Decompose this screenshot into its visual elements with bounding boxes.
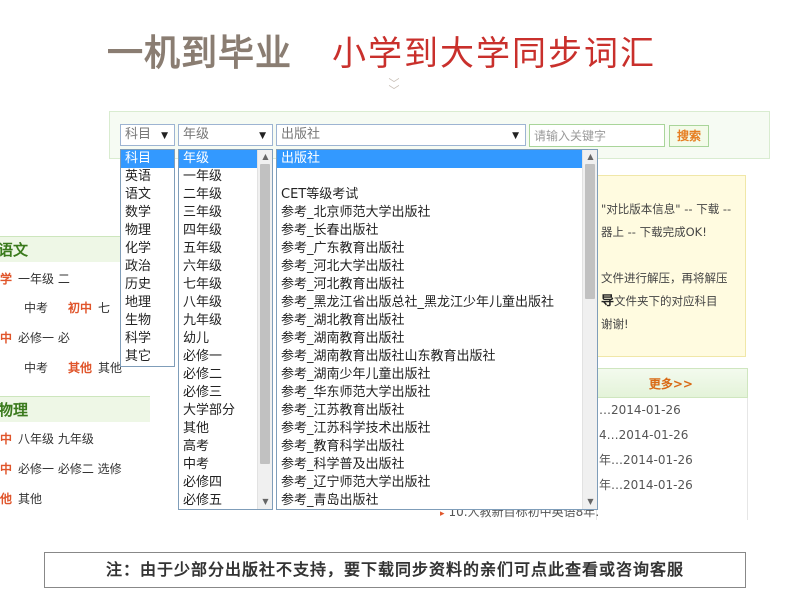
dropdown-option[interactable]: 参考_黑龙江省出版总社_黑龙江少年儿童出版社	[277, 294, 597, 312]
dropdown-option[interactable]: 参考_河北教育出版社	[277, 276, 597, 294]
scroll-up-icon[interactable]: ▲	[583, 150, 597, 164]
dropdown-option[interactable]: 生物	[121, 312, 174, 330]
publisher-select[interactable]: 出版社 ▼	[276, 124, 526, 146]
grade-select[interactable]: 年级 ▼	[178, 124, 273, 146]
list-item[interactable]: 4…2014-01-26	[597, 423, 747, 448]
list-item[interactable]: 年…2014-01-26	[597, 473, 747, 498]
category-tab-physics[interactable]: 物理	[0, 396, 150, 422]
dropdown-option[interactable]: 参考_湖南少年儿童出版社	[277, 366, 597, 384]
dropdown-option[interactable]: 政治	[121, 258, 174, 276]
news-list: …2014-01-26 4…2014-01-26 年…2014-01-26 年……	[596, 398, 748, 520]
dropdown-arrow-icon: ▼	[512, 131, 519, 141]
scroll-thumb[interactable]	[585, 164, 595, 299]
scroll-up-icon[interactable]: ▲	[258, 150, 272, 164]
dropdown-option[interactable]: 英语	[121, 168, 174, 186]
grade-dropdown-list[interactable]: 年级 一年级 二年级 三年级 四年级 五年级 六年级 七年级 八年级 九年级 幼儿 必修一 必修二 必修三…	[178, 149, 273, 510]
dropdown-option[interactable]: 参考_华东师范大学出版社	[277, 384, 597, 402]
dropdown-option[interactable]: 参考_青岛出版社	[277, 492, 597, 509]
dropdown-option[interactable]	[277, 168, 597, 186]
dropdown-option[interactable]: 参考_江苏教育出版社	[277, 402, 597, 420]
dropdown-option[interactable]: 科目	[121, 150, 174, 168]
download-notice: "对比版本信息" -- 下载 -- 器上 -- 下载完成OK! 文件进行解压，再…	[596, 175, 746, 357]
dropdown-option[interactable]: 参考_科学普及出版社	[277, 456, 597, 474]
dropdown-option[interactable]: 参考_江苏科学技术出版社	[277, 420, 597, 438]
dropdown-option[interactable]: 参考_长春出版社	[277, 222, 597, 240]
chevron-down-icon: ﹀ ﹀	[388, 77, 400, 97]
dropdown-option[interactable]: 地理	[121, 294, 174, 312]
dropdown-option[interactable]: 参考_教育科学出版社	[277, 438, 597, 456]
list-item: 高中必修一 必	[0, 331, 70, 345]
search-button[interactable]: 搜索	[669, 125, 709, 147]
dropdown-option[interactable]: 语文	[121, 186, 174, 204]
dropdown-option[interactable]: 出版社	[277, 150, 597, 168]
scrollbar[interactable]: ▲ ▼	[257, 150, 272, 509]
publisher-dropdown-list[interactable]: 出版社 CET等级考试 参考_北京师范大学出版社 参考_长春出版社 参考_广东教育出版…	[276, 149, 598, 510]
dropdown-arrow-icon: ▼	[259, 131, 266, 141]
scroll-thumb[interactable]	[260, 164, 270, 464]
dropdown-option[interactable]: 参考_湖北教育出版社	[277, 312, 597, 330]
hero-title-right: 小学到大学同步词汇	[332, 34, 656, 74]
list-item: 中考 初中七	[24, 301, 111, 315]
scroll-down-icon[interactable]: ▼	[583, 495, 597, 509]
list-item: 中考 其他 其他	[24, 361, 123, 375]
dropdown-option[interactable]: 参考_湖南教育出版社山东教育出版社	[277, 348, 597, 366]
hero-title-left: 一机到毕业	[107, 33, 293, 74]
dropdown-option[interactable]: 参考_辽宁师范大学出版社	[277, 474, 597, 492]
dropdown-option[interactable]: 物理	[121, 222, 174, 240]
dropdown-option[interactable]: 化学	[121, 240, 174, 258]
list-item: 高中必修一 必修二 选修	[0, 462, 122, 476]
dropdown-option[interactable]: 参考_河北大学出版社	[277, 258, 597, 276]
subject-dropdown-list[interactable]: 科目 英语 语文 数学 物理 化学 政治 历史 地理 生物 科学 其它	[120, 149, 175, 367]
dropdown-option[interactable]: 历史	[121, 276, 174, 294]
keyword-input[interactable]	[529, 124, 665, 147]
list-item[interactable]: …2014-01-26	[597, 398, 747, 423]
hero-banner: 一机到毕业 小学到大学同步词汇	[0, 22, 790, 74]
subject-select[interactable]: 科目 ▼	[120, 124, 175, 146]
list-item: 小学一年级 二	[0, 272, 70, 286]
support-notice-link[interactable]: 注：由于少部分出版社不支持，要下载同步资料的亲们可点此查看或咨询客服	[44, 552, 746, 588]
dropdown-option[interactable]: 数学	[121, 204, 174, 222]
dropdown-option[interactable]: 参考_广东教育出版社	[277, 240, 597, 258]
dropdown-option[interactable]: 其它	[121, 348, 174, 366]
list-item: 初中八年级 九年级	[0, 432, 94, 446]
more-link[interactable]: 更多>>	[596, 368, 748, 398]
dropdown-option[interactable]: 参考_湖南教育出版社	[277, 330, 597, 348]
list-item: 其他其他	[0, 492, 43, 506]
dropdown-option[interactable]: 科学	[121, 330, 174, 348]
scroll-down-icon[interactable]: ▼	[258, 495, 272, 509]
dropdown-option[interactable]: CET等级考试	[277, 186, 597, 204]
dropdown-option[interactable]: 参考_北京师范大学出版社	[277, 204, 597, 222]
scrollbar[interactable]: ▲ ▼	[582, 150, 597, 509]
dropdown-arrow-icon: ▼	[161, 131, 168, 141]
list-item[interactable]: 年…2014-01-26	[597, 448, 747, 473]
